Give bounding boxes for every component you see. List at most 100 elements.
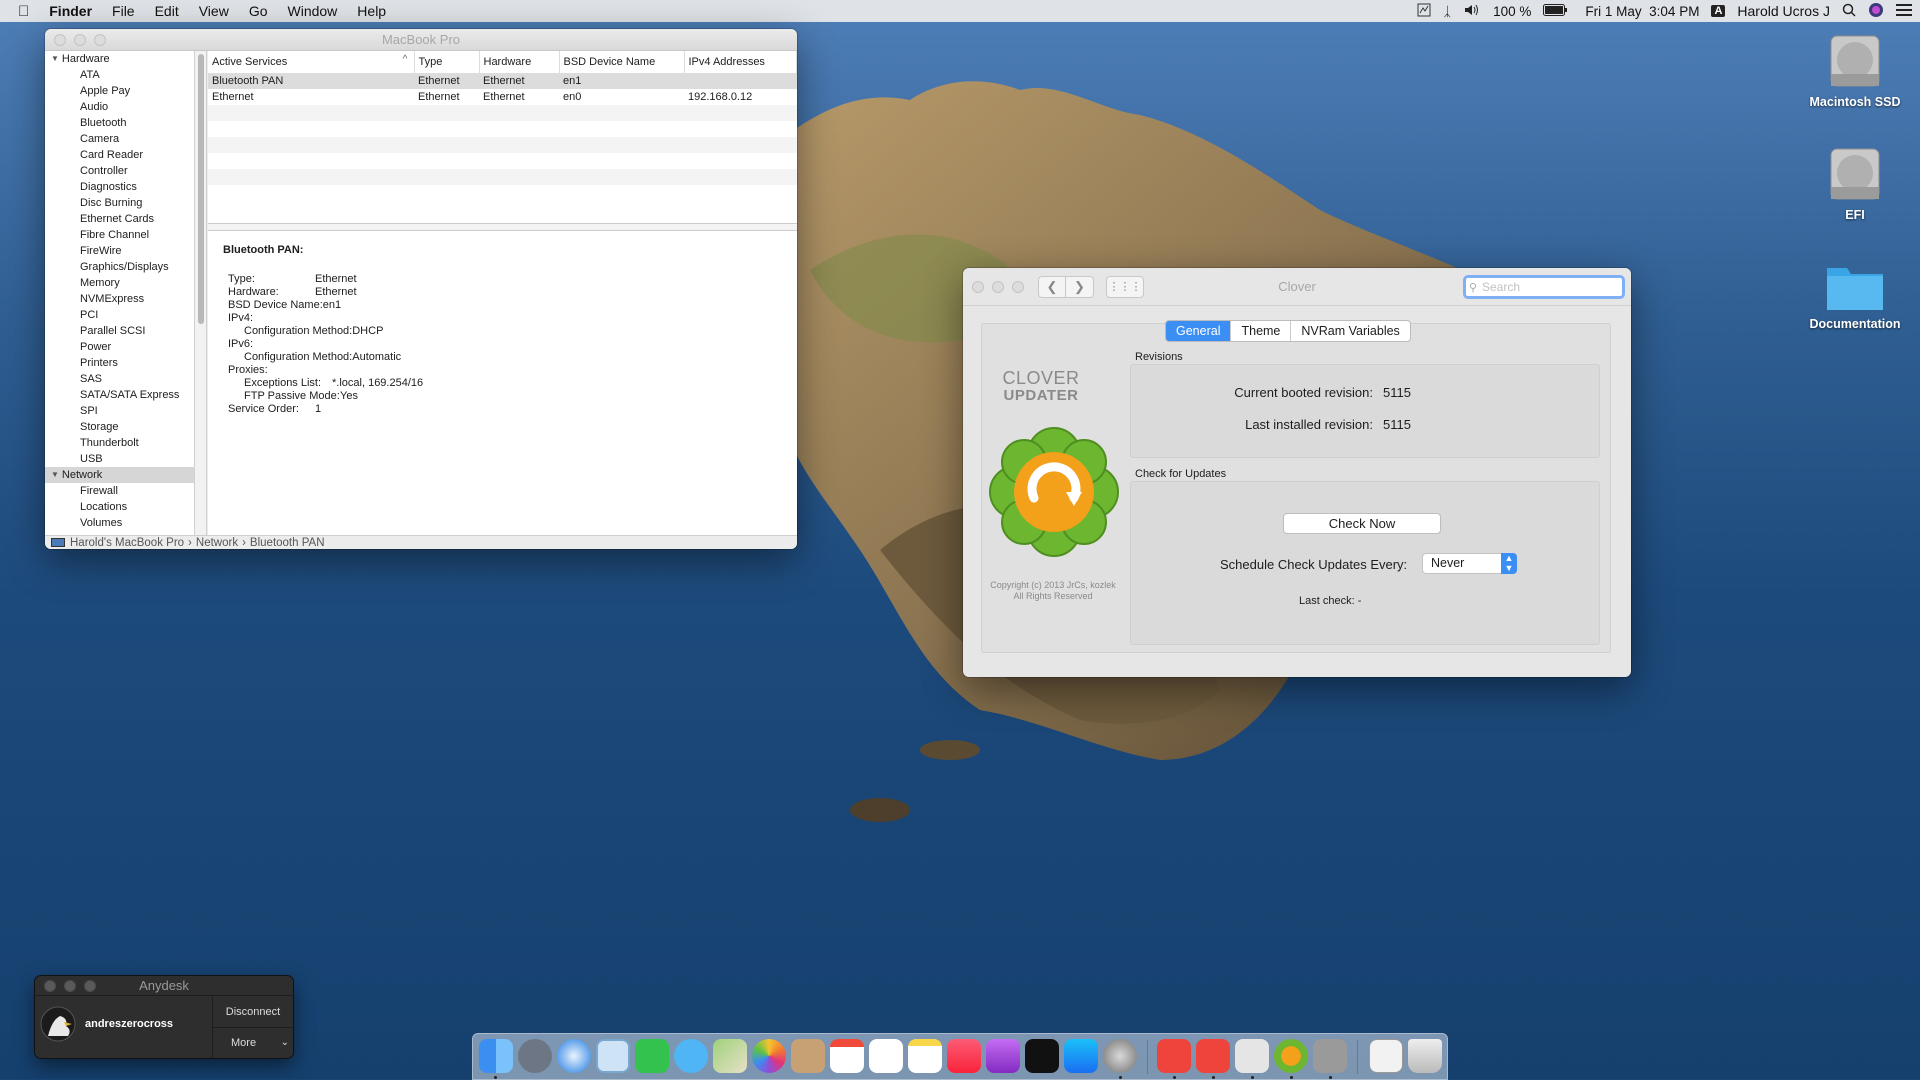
calendar-icon[interactable] [830, 1039, 864, 1073]
check-now-button[interactable]: Check Now [1283, 513, 1441, 534]
sidebar-item[interactable]: ATA [45, 67, 194, 83]
contacts-icon[interactable] [791, 1039, 825, 1073]
user-name[interactable]: Harold Ucros J [1737, 3, 1830, 19]
desktop-icon-documentation[interactable]: Documentation [1785, 258, 1920, 331]
zoom-button[interactable] [1012, 280, 1024, 293]
minimize-button[interactable] [992, 280, 1004, 293]
sidebar-item[interactable]: SPI [45, 403, 194, 419]
apple-menu-icon[interactable]:  [0, 3, 39, 20]
apple-tv-icon[interactable] [1025, 1039, 1059, 1073]
sidebar-item[interactable]: Storage [45, 419, 194, 435]
menu-edit[interactable]: Edit [145, 3, 189, 19]
battery-icon[interactable] [1543, 3, 1568, 19]
sidebar-item[interactable]: PCI [45, 307, 194, 323]
sidebar-item[interactable]: Audio [45, 99, 194, 115]
forward-chevron-icon[interactable]: ❯ [1066, 275, 1094, 298]
sidebar-item[interactable]: Parallel SCSI [45, 323, 194, 339]
zoom-button[interactable] [84, 979, 96, 992]
reminders-icon[interactable] [869, 1039, 903, 1073]
close-button[interactable] [54, 33, 66, 46]
sidebar-item[interactable]: Firewall [45, 483, 194, 499]
sidebar-item[interactable]: Camera [45, 131, 194, 147]
table-row[interactable]: Ethernet Ethernet Ethernet en0 192.168.0… [208, 89, 797, 105]
sidebar-item[interactable]: Card Reader [45, 147, 194, 163]
documents-stack-icon[interactable] [1369, 1039, 1403, 1073]
safari-icon[interactable] [557, 1039, 591, 1073]
notification-center-icon[interactable] [1896, 3, 1912, 20]
menu-file[interactable]: File [102, 3, 145, 19]
tab-general[interactable]: General [1166, 321, 1232, 341]
column-header-type[interactable]: Type [414, 51, 480, 74]
sidebar-item[interactable]: SATA/SATA Express [45, 387, 194, 403]
column-header-bsd-device-name[interactable]: BSD Device Name [559, 51, 685, 74]
sidebar-item[interactable]: Volumes [45, 515, 194, 531]
menu-window[interactable]: Window [278, 3, 348, 19]
system-preferences-icon[interactable] [1103, 1039, 1137, 1073]
preview-icon[interactable] [596, 1039, 630, 1073]
path-item[interactable]: Bluetooth PAN [250, 537, 325, 549]
window-titlebar[interactable]: Anydesk [35, 976, 293, 996]
close-button[interactable] [972, 280, 984, 293]
notes-icon[interactable] [908, 1039, 942, 1073]
messages-icon[interactable] [674, 1039, 708, 1073]
desktop-icon-macintosh-ssd[interactable]: Macintosh SSD [1785, 30, 1920, 109]
search-input[interactable]: ⚲ Search [1463, 275, 1625, 299]
sidebar-item[interactable]: Disc Burning [45, 195, 194, 211]
facetime-icon[interactable] [635, 1039, 669, 1073]
sidebar-item[interactable]: Ethernet Cards [45, 211, 194, 227]
sidebar-group-network[interactable]: ▼ Network [45, 467, 194, 483]
maps-icon[interactable] [713, 1039, 747, 1073]
anydesk-alt-icon[interactable] [1196, 1039, 1230, 1073]
column-header-active-services[interactable]: Active Services ^ [208, 51, 415, 74]
volume-icon[interactable] [1463, 3, 1481, 20]
schedule-select[interactable]: Never ▲ ▼ [1422, 553, 1517, 574]
sidebar-item[interactable]: Bluetooth [45, 115, 194, 131]
menu-help[interactable]: Help [347, 3, 396, 19]
tab-nvram-variables[interactable]: NVRam Variables [1291, 321, 1409, 341]
photos-icon[interactable] [752, 1039, 786, 1073]
bluetooth-icon[interactable]: ᛣ [1443, 4, 1451, 19]
sidebar-scrollbar[interactable] [195, 51, 207, 535]
system-information-icon[interactable] [1313, 1039, 1347, 1073]
path-item[interactable]: Network [196, 537, 238, 549]
window-titlebar[interactable]: MacBook Pro [45, 29, 797, 51]
sidebar-item[interactable]: Printers [45, 355, 194, 371]
zoom-button[interactable] [94, 33, 106, 46]
desktop-icon-efi[interactable]: EFI [1785, 143, 1920, 222]
disclosure-triangle-icon[interactable]: ▼ [51, 467, 59, 483]
sidebar-item[interactable]: Locations [45, 499, 194, 515]
sidebar-item[interactable]: FireWire [45, 243, 194, 259]
music-icon[interactable] [947, 1039, 981, 1073]
window-titlebar[interactable]: ❮ ❯ ⋮⋮⋮ Clover ⚲ Search [963, 268, 1631, 306]
split-view-divider[interactable] [208, 223, 797, 231]
sidebar-item[interactable]: Apple Pay [45, 83, 194, 99]
back-chevron-icon[interactable]: ❮ [1038, 275, 1066, 298]
sidebar-item[interactable]: Fibre Channel [45, 227, 194, 243]
path-item[interactable]: Harold's MacBook Pro [70, 537, 184, 549]
script-editor-icon[interactable] [1235, 1039, 1269, 1073]
sidebar-item[interactable]: Graphics/Displays [45, 259, 194, 275]
siri-icon[interactable] [1868, 2, 1884, 21]
activity-monitor-icon[interactable] [1417, 3, 1431, 20]
sidebar-group-hardware[interactable]: ▼ Hardware [45, 51, 194, 67]
more-button[interactable]: More ⌄ [212, 1027, 293, 1058]
finder-icon[interactable] [479, 1039, 513, 1073]
close-button[interactable] [44, 979, 56, 992]
menu-view[interactable]: View [189, 3, 239, 19]
tab-theme[interactable]: Theme [1231, 321, 1292, 341]
anydesk-icon[interactable] [1157, 1039, 1191, 1073]
menubar-clock[interactable]: Fri 1 May 3:04 PM [1585, 4, 1699, 19]
battery-percentage[interactable]: 100 % [1493, 4, 1531, 19]
input-source-badge[interactable]: A [1711, 5, 1726, 17]
sidebar-item[interactable]: Thunderbolt [45, 435, 194, 451]
clover-icon[interactable] [1274, 1039, 1308, 1073]
table-row[interactable]: Bluetooth PAN Ethernet Ethernet en1 [208, 73, 797, 89]
disconnect-button[interactable]: Disconnect [212, 997, 293, 1027]
sidebar-item[interactable]: USB [45, 451, 194, 467]
trash-icon[interactable] [1408, 1039, 1442, 1073]
scrollbar-thumb[interactable] [198, 54, 204, 324]
app-store-icon[interactable] [1064, 1039, 1098, 1073]
menu-go[interactable]: Go [239, 3, 278, 19]
menu-app-finder[interactable]: Finder [39, 3, 102, 19]
sidebar-item[interactable]: Power [45, 339, 194, 355]
